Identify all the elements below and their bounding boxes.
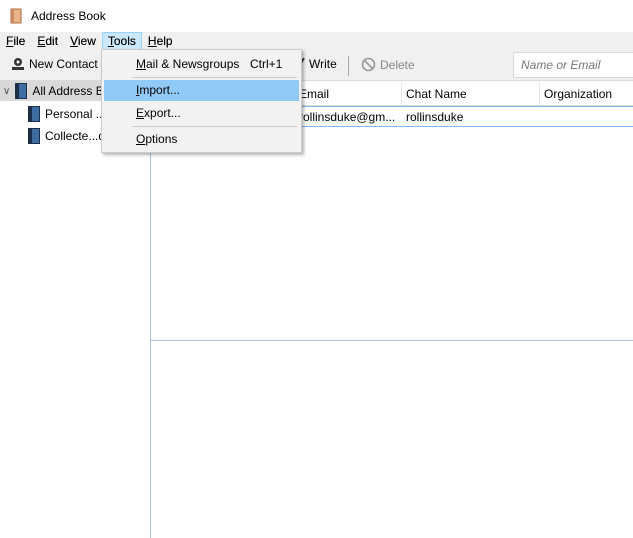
contact-icon bbox=[12, 58, 24, 70]
chevron-down-icon[interactable]: ∨ bbox=[3, 86, 10, 97]
title-bar: Address Book bbox=[0, 0, 633, 32]
menu-item-export[interactable]: Export... bbox=[104, 103, 299, 124]
menu-item-import[interactable]: Import... bbox=[104, 80, 299, 101]
address-book-icon bbox=[10, 8, 22, 24]
menu-accelerator: Tools bbox=[107, 34, 136, 48]
cell-chat-name: rollinsduke bbox=[406, 110, 464, 124]
sidebar-item-personal[interactable]: Personal ... bbox=[28, 104, 106, 124]
book-icon bbox=[28, 128, 40, 144]
write-button[interactable]: Write bbox=[297, 57, 337, 71]
menu-accelerator: Edit bbox=[37, 34, 59, 48]
column-header-organization[interactable]: Organization bbox=[540, 83, 633, 106]
toolbar-separator bbox=[348, 56, 349, 76]
column-header-chat-name[interactable]: Chat Name bbox=[402, 83, 540, 106]
pane-splitter[interactable] bbox=[151, 340, 633, 341]
menu-tools[interactable]: Tools Tools bbox=[101, 32, 142, 50]
menu-separator bbox=[132, 77, 297, 78]
toolbar: New Contact Write Delete Name or Email bbox=[0, 50, 633, 81]
book-icon bbox=[15, 83, 28, 99]
menu-view[interactable]: View View bbox=[64, 32, 102, 50]
menu-accelerator: File bbox=[6, 34, 26, 48]
delete-button[interactable]: Delete bbox=[361, 57, 415, 72]
window-title: Address Book bbox=[31, 9, 106, 23]
search-input[interactable]: Name or Email bbox=[513, 52, 633, 78]
new-contact-button[interactable]: New Contact bbox=[11, 57, 98, 71]
menu-accelerator: View bbox=[70, 34, 96, 48]
menu-bar: File File Edit Edit View View Tools Tools He… bbox=[0, 32, 633, 50]
delete-icon bbox=[361, 57, 376, 72]
menu-separator bbox=[132, 126, 297, 127]
menu-item-mail-newsgroups[interactable]: Mail & Newsgroups Ctrl+1 bbox=[104, 54, 299, 75]
menu-edit[interactable]: Edit Edit bbox=[31, 32, 64, 50]
sidebar-item-collected[interactable]: Collecte...d bbox=[28, 126, 105, 146]
cell-email: rollinsduke@gm... bbox=[299, 110, 396, 124]
menu-file[interactable]: File File bbox=[0, 32, 31, 50]
book-icon bbox=[28, 106, 40, 122]
menu-accelerator: Help bbox=[147, 34, 173, 48]
tools-menu-dropdown: Mail & Newsgroups Ctrl+1 Import... Export… bbox=[101, 49, 302, 153]
menu-item-options[interactable]: Options bbox=[104, 129, 299, 150]
menu-help[interactable]: Help Help bbox=[142, 32, 179, 50]
